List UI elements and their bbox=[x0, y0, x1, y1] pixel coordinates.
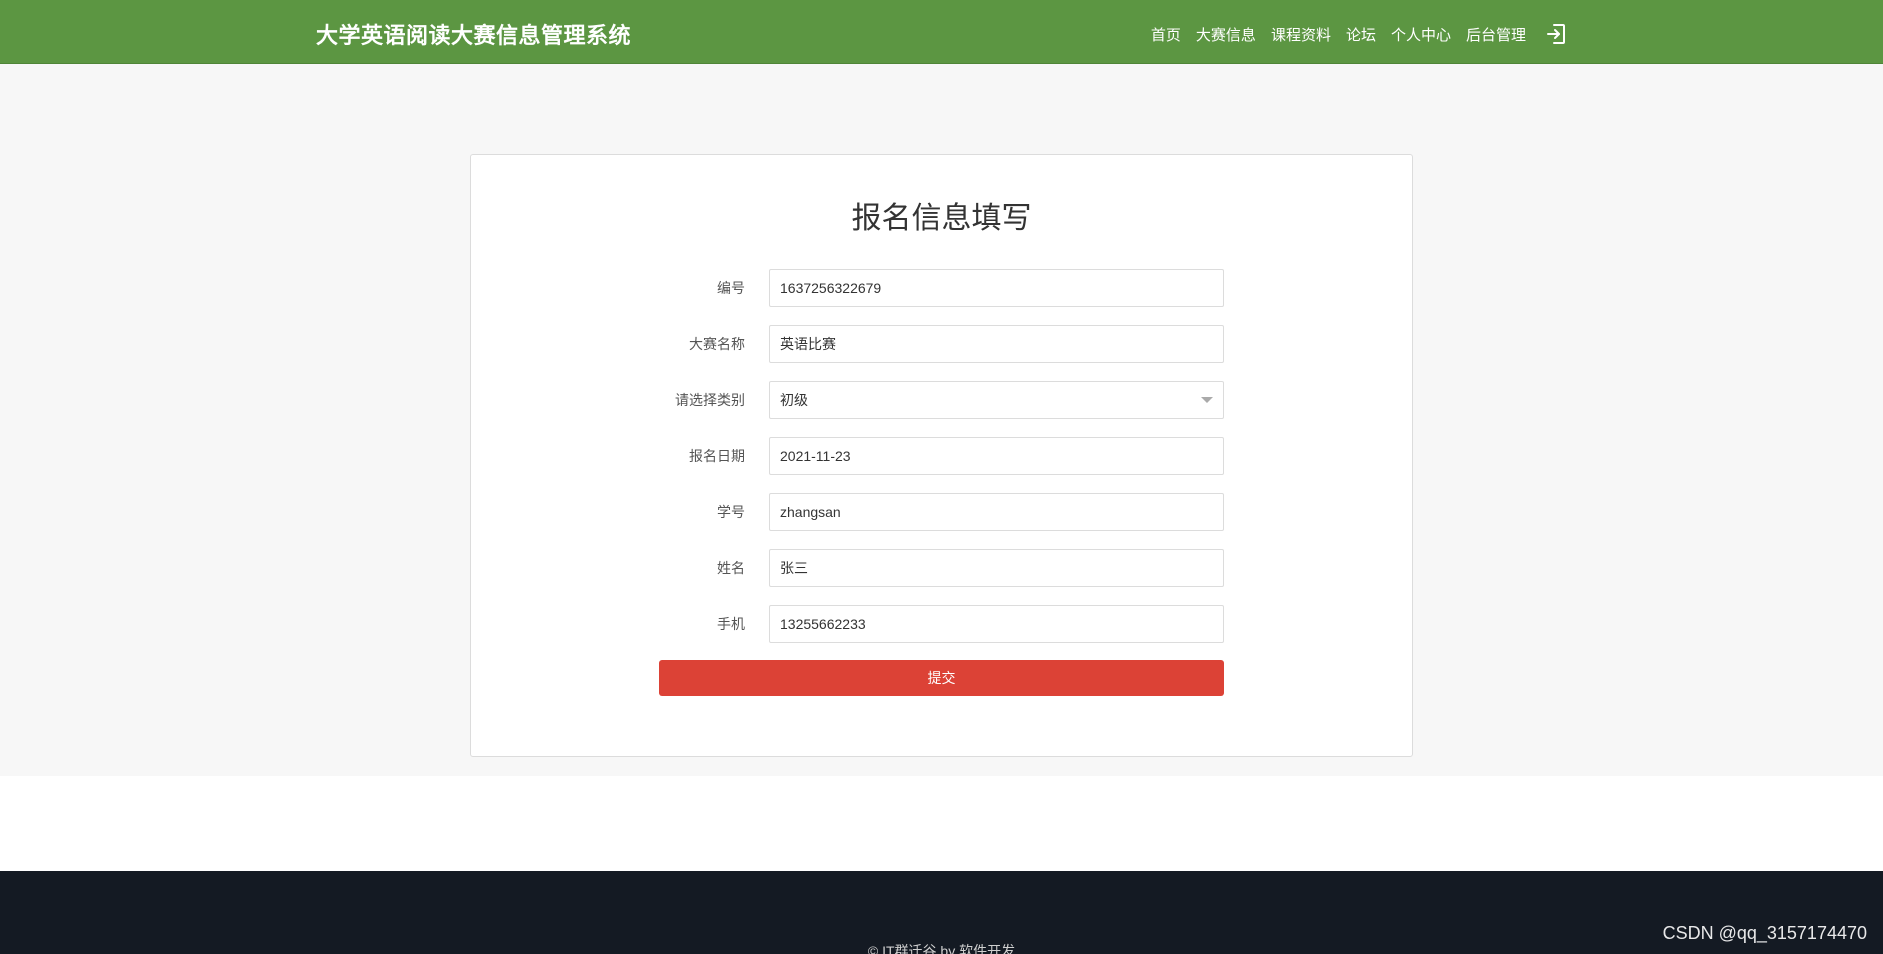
nav-item-home[interactable]: 首页 bbox=[1151, 24, 1181, 45]
category-selected-value: 初级 bbox=[780, 392, 808, 408]
footer: © IT群迁谷 by 软件开发 bbox=[0, 871, 1883, 954]
nav-item-profile[interactable]: 个人中心 bbox=[1391, 24, 1451, 45]
main-content: 报名信息填写 编号 大赛名称 请选择类别 初级 报名日期 学号 姓名 bbox=[0, 64, 1883, 776]
competition-name-input[interactable] bbox=[769, 325, 1224, 363]
submit-button[interactable]: 提交 bbox=[659, 660, 1224, 696]
footer-copyright: © IT群迁谷 by 软件开发 bbox=[867, 943, 1016, 954]
form-row-phone: 手机 bbox=[471, 605, 1412, 643]
nav-item-course-materials[interactable]: 课程资料 bbox=[1271, 24, 1331, 45]
student-id-input[interactable] bbox=[769, 493, 1224, 531]
form-title: 报名信息填写 bbox=[851, 202, 1032, 235]
chevron-down-icon bbox=[1201, 397, 1213, 403]
form-row-name: 姓名 bbox=[471, 549, 1412, 587]
watermark: CSDN @qq_3157174470 bbox=[1662, 923, 1867, 943]
category-select[interactable]: 初级 bbox=[769, 381, 1224, 419]
field-label-signup-date: 报名日期 bbox=[689, 448, 745, 464]
site-title[interactable]: 大学英语阅读大赛信息管理系统 bbox=[316, 18, 631, 50]
signup-date-input[interactable] bbox=[769, 437, 1224, 475]
nav-item-admin[interactable]: 后台管理 bbox=[1466, 24, 1526, 45]
form-row-category: 请选择类别 初级 bbox=[471, 381, 1412, 419]
nav-item-forum[interactable]: 论坛 bbox=[1346, 24, 1376, 45]
logout-icon[interactable] bbox=[1544, 22, 1568, 46]
registration-form-card: 报名信息填写 编号 大赛名称 请选择类别 初级 报名日期 学号 姓名 bbox=[470, 154, 1413, 757]
form-row-student-id: 学号 bbox=[471, 493, 1412, 531]
name-input[interactable] bbox=[769, 549, 1224, 587]
form-row-competition-name: 大赛名称 bbox=[471, 325, 1412, 363]
top-navbar: 大学英语阅读大赛信息管理系统 首页 大赛信息 课程资料 论坛 个人中心 后台管理 bbox=[0, 0, 1883, 64]
field-label-name: 姓名 bbox=[717, 560, 745, 576]
id-input[interactable] bbox=[769, 269, 1224, 307]
form-row-id: 编号 bbox=[471, 269, 1412, 307]
phone-input[interactable] bbox=[769, 605, 1224, 643]
main-nav: 首页 大赛信息 课程资料 论坛 个人中心 后台管理 bbox=[1136, 22, 1568, 46]
form-row-signup-date: 报名日期 bbox=[471, 437, 1412, 475]
field-label-student-id: 学号 bbox=[717, 504, 745, 520]
nav-item-competitions[interactable]: 大赛信息 bbox=[1196, 24, 1256, 45]
field-label-phone: 手机 bbox=[717, 616, 745, 632]
field-label-category: 请选择类别 bbox=[675, 392, 745, 408]
field-label-competition-name: 大赛名称 bbox=[689, 336, 745, 352]
field-label-id: 编号 bbox=[717, 280, 745, 296]
